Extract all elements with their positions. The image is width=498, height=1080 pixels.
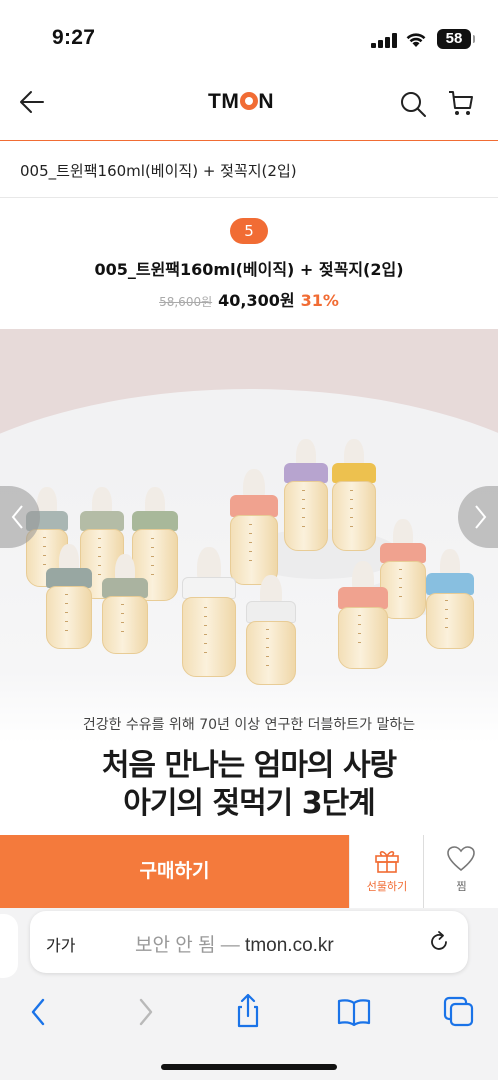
security-warning: 보안 안 됨 — xyxy=(135,935,246,956)
back-arrow-icon[interactable] xyxy=(18,88,46,116)
bookmarks-icon[interactable] xyxy=(332,990,376,1034)
baby-bottle-image xyxy=(426,549,474,649)
cellular-signal-icon xyxy=(371,33,397,48)
app-header: TM N xyxy=(0,66,498,141)
cart-icon[interactable] xyxy=(447,89,475,117)
baby-bottle-image xyxy=(230,469,278,585)
price-row: 58,600원 40,300원 31% xyxy=(0,287,498,311)
url-domain: tmon.co.kr xyxy=(245,935,334,956)
banner-subtitle: 건강한 수유를 위해 70년 이상 연구한 더블하트가 말하는 xyxy=(82,717,416,733)
address-bar[interactable]: 가가 보안 안 됨 — tmon.co.kr xyxy=(30,911,468,973)
heart-icon xyxy=(447,846,475,872)
page-settings-button[interactable]: 가가 xyxy=(46,932,75,956)
discount-rate: 31% xyxy=(300,291,339,310)
selected-option-text: 005_트윈팩160ml(베이직) + 젖꼭지(2입) xyxy=(20,162,297,180)
gift-button-label: 선물하기 xyxy=(366,880,408,893)
baby-bottle-image xyxy=(182,547,236,677)
chevron-left-icon xyxy=(11,505,23,529)
tmon-logo[interactable]: TM N xyxy=(208,90,274,114)
baby-bottle-image xyxy=(102,554,148,654)
chevron-right-icon xyxy=(475,505,487,529)
selected-option-bar[interactable]: 005_트윈팩160ml(베이직) + 젖꼭지(2입) xyxy=(0,142,498,198)
wifi-icon xyxy=(406,33,426,47)
battery-level: 58 xyxy=(437,29,475,49)
baby-bottle-image xyxy=(46,544,92,649)
banner-headline: 처음 만나는 엄마의 사랑 아기의 젖먹기 3단계 xyxy=(0,747,498,823)
product-banner: 건강한 수유를 위해 70년 이상 연구한 더블하트가 말하는 처음 만나는 엄… xyxy=(0,329,498,835)
status-time: 9:27 xyxy=(52,26,96,49)
gift-button[interactable]: 선물하기 xyxy=(349,835,423,908)
product-info: 5 005_트윈팩160ml(베이직) + 젖꼭지(2입) 58,600원 40,… xyxy=(0,199,498,329)
baby-bottle-image xyxy=(246,575,296,685)
purchase-action-bar: 구매하기 선물하기 찜 xyxy=(0,835,498,908)
banner-headline-line-1: 처음 만나는 엄마의 사랑 xyxy=(101,748,397,783)
baby-bottle-image xyxy=(284,439,328,551)
home-indicator xyxy=(161,1064,337,1070)
share-icon[interactable] xyxy=(226,990,270,1034)
logo-o-mark xyxy=(239,92,258,110)
back-icon[interactable] xyxy=(16,990,60,1034)
gift-icon xyxy=(375,851,399,873)
wish-button-label: 찜 xyxy=(456,880,467,893)
reload-icon[interactable] xyxy=(427,930,451,954)
wish-button[interactable]: 찜 xyxy=(423,835,498,908)
status-bar: 9:27 58 xyxy=(0,0,498,66)
browser-toolbar: 가가 보안 안 됨 — tmon.co.kr xyxy=(0,908,498,1080)
url-text: 보안 안 됨 — tmon.co.kr xyxy=(135,930,334,957)
buy-button[interactable]: 구매하기 xyxy=(0,835,349,908)
option-number-badge: 5 xyxy=(230,218,268,244)
browser-nav-row xyxy=(0,990,498,1034)
product-name: 005_트윈팩160ml(베이직) + 젖꼭지(2입) xyxy=(94,260,404,279)
banner-headline-line-2: 아기의 젖먹기 3단계 xyxy=(123,786,376,821)
forward-icon[interactable] xyxy=(124,990,168,1034)
baby-bottle-image xyxy=(332,439,376,551)
search-icon[interactable] xyxy=(399,90,427,118)
sale-price: 40,300원 xyxy=(218,291,295,310)
previous-tab-peek[interactable] xyxy=(0,914,18,978)
original-price: 58,600원 xyxy=(159,295,213,309)
baby-bottle-image xyxy=(338,561,388,669)
tabs-icon[interactable] xyxy=(436,990,480,1034)
